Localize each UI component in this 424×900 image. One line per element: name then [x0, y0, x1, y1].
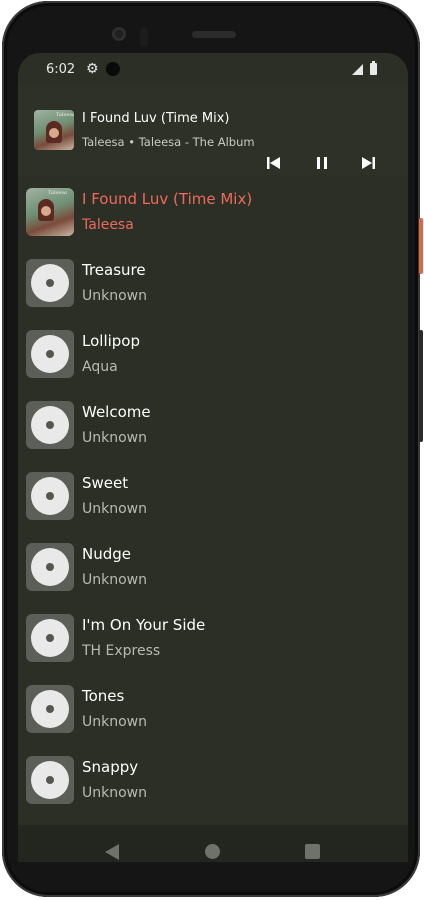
home-icon[interactable]: [205, 844, 220, 859]
earpiece-speaker: [192, 31, 236, 38]
mini-player-album-art: Taleesa: [34, 110, 74, 150]
recents-icon[interactable]: [305, 844, 320, 859]
screen: 6:02 ⚙ Taleesa I Found Luv (Time Mix) Ta…: [18, 53, 408, 862]
volume-button[interactable]: [419, 330, 423, 442]
song-row-0[interactable]: Taleesa I Found Luv (Time Mix) Taleesa: [18, 175, 408, 246]
song-title: Sweet: [82, 474, 129, 492]
disc-icon: [26, 614, 74, 662]
skip-next-icon[interactable]: [360, 155, 378, 173]
song-title: I'm On Your Side: [82, 616, 206, 634]
song-artist: TH Express: [82, 643, 161, 659]
front-camera: [112, 27, 126, 41]
camera-cutout: [106, 62, 120, 76]
song-title: Welcome: [82, 403, 151, 421]
song-title: Snappy: [82, 758, 139, 776]
song-artist: Unknown: [82, 572, 147, 588]
song-row-2[interactable]: Lollipop Aqua: [18, 317, 408, 388]
disc-icon: [26, 259, 74, 307]
song-row-7[interactable]: Tones Unknown: [18, 672, 408, 743]
song-row-5[interactable]: Nudge Unknown: [18, 530, 408, 601]
song-row-6[interactable]: I'm On Your Side TH Express: [18, 601, 408, 672]
song-row-4[interactable]: Sweet Unknown: [18, 459, 408, 530]
status-bar: 6:02 ⚙: [18, 53, 408, 85]
status-time: 6:02: [46, 62, 76, 77]
disc-icon: [26, 330, 74, 378]
song-row-3[interactable]: Welcome Unknown: [18, 388, 408, 459]
song-artist: Unknown: [82, 785, 147, 801]
song-artist: Taleesa: [82, 217, 134, 233]
song-artist: Unknown: [82, 714, 147, 730]
song-list[interactable]: Taleesa I Found Luv (Time Mix) Taleesa T…: [18, 175, 408, 825]
back-icon[interactable]: [105, 844, 119, 860]
song-title: Nudge: [82, 545, 131, 563]
navigation-bar: [18, 825, 408, 862]
gear-icon: ⚙: [86, 61, 99, 77]
album-art-text: Taleesa: [48, 190, 67, 196]
mini-player[interactable]: Taleesa I Found Luv (Time Mix) Taleesa •…: [18, 85, 408, 175]
pause-icon[interactable]: [314, 155, 332, 173]
phone-frame: 6:02 ⚙ Taleesa I Found Luv (Time Mix) Ta…: [2, 1, 420, 897]
skip-previous-icon[interactable]: [266, 155, 284, 173]
mini-player-title: I Found Luv (Time Mix): [82, 111, 230, 126]
song-title: Tones: [82, 687, 125, 705]
proximity-sensor: [140, 27, 148, 47]
disc-icon: [26, 685, 74, 733]
disc-icon: [26, 472, 74, 520]
song-title: Treasure: [82, 261, 146, 279]
song-artist: Aqua: [82, 359, 118, 375]
song-title: Lollipop: [82, 332, 140, 350]
power-button[interactable]: [419, 218, 423, 274]
disc-icon: [26, 401, 74, 449]
disc-icon: [26, 543, 74, 591]
song-artist: Unknown: [82, 288, 147, 304]
mini-player-subtitle: Taleesa • Taleesa - The Album: [82, 135, 255, 149]
song-artist: Unknown: [82, 430, 147, 446]
song-row-8[interactable]: Snappy Unknown: [18, 743, 408, 814]
song-artist: Unknown: [82, 501, 147, 517]
song-row-1[interactable]: Treasure Unknown: [18, 246, 408, 317]
disc-icon: [26, 756, 74, 804]
album-art-text: Taleesa: [56, 112, 74, 118]
signal-icon: [352, 64, 363, 75]
battery-icon: [370, 61, 377, 75]
song-title: I Found Luv (Time Mix): [82, 190, 253, 208]
album-art-thumbnail: Taleesa: [26, 188, 74, 236]
